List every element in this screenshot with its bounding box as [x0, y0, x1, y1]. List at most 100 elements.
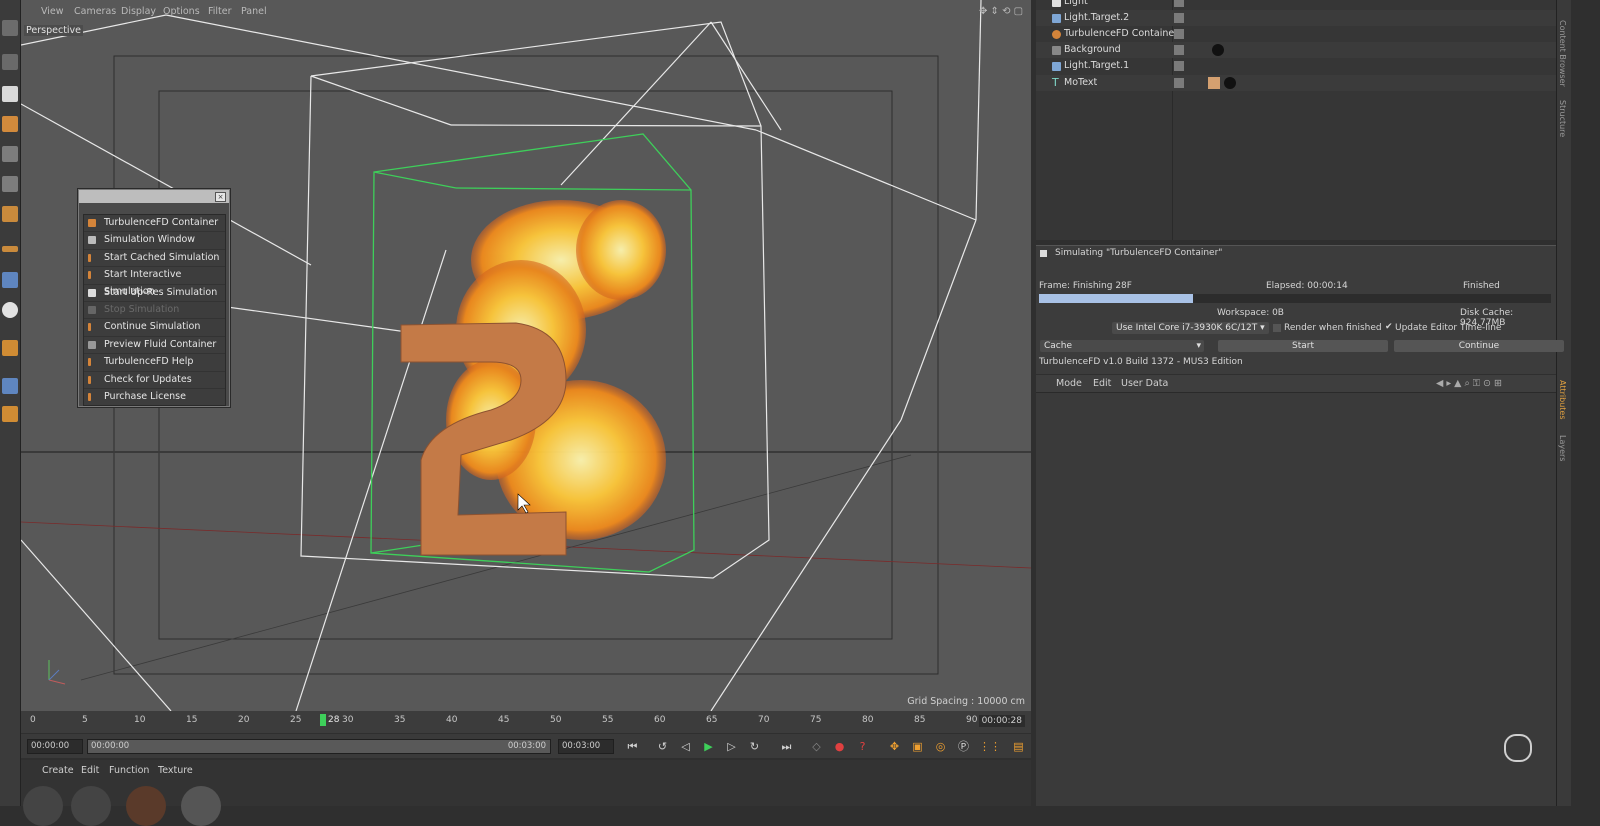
- axis-icon[interactable]: [2, 246, 18, 252]
- sim-workspace: Workspace: 0B: [1217, 308, 1284, 318]
- playhead[interactable]: [320, 714, 326, 726]
- rotate-key-icon[interactable]: ◎: [933, 739, 948, 754]
- object-row-light-target-1[interactable]: Light.Target.1: [1036, 58, 1556, 74]
- range-slider[interactable]: 00:00:00 00:03:00: [87, 739, 551, 754]
- menu-item-simulation-window[interactable]: Simulation Window: [84, 232, 225, 250]
- edges-mode-icon[interactable]: [2, 176, 18, 192]
- device-select[interactable]: Use Intel Core i7-3930K 6C/12T ▾: [1112, 322, 1269, 334]
- object-row-light[interactable]: Light: [1036, 0, 1556, 10]
- timeline-tick-label: 5: [82, 715, 88, 725]
- continue-button[interactable]: Continue: [1394, 340, 1564, 352]
- text-icon: T: [1052, 76, 1059, 89]
- scale-key-icon[interactable]: ▣: [910, 739, 925, 754]
- attr-nav-icons[interactable]: ◀ ▸ ▲ ⌕ ⚿ ⊙ ⊞: [1436, 378, 1502, 389]
- cube-tool-icon[interactable]: [2, 20, 18, 36]
- points-mode-icon[interactable]: [2, 146, 18, 162]
- polygons-mode-icon[interactable]: [2, 206, 18, 222]
- menu-item-container[interactable]: TurbulenceFD Container: [84, 215, 225, 233]
- render-when-finished-checkbox[interactable]: [1273, 324, 1281, 332]
- update-editor-checkbox[interactable]: ✔: [1385, 322, 1393, 332]
- material-tag-icon[interactable]: [1224, 77, 1236, 89]
- attr-menu-edit[interactable]: Edit: [1093, 378, 1111, 389]
- record-icon[interactable]: ●: [832, 739, 847, 754]
- end-time-field[interactable]: 00:03:00: [558, 739, 614, 754]
- stop-sim-icon: [88, 305, 96, 314]
- tag-icon[interactable]: [1208, 77, 1220, 89]
- menu-view[interactable]: View: [41, 6, 64, 17]
- menu-options[interactable]: Options: [163, 6, 200, 17]
- goto-end-icon[interactable]: ⏭: [779, 739, 794, 754]
- menu-item-continue[interactable]: Continue Simulation: [84, 319, 225, 337]
- simulation-panel: Simulating "TurbulenceFD Container" Fram…: [1036, 245, 1564, 374]
- object-row-turbulence-container[interactable]: TurbulenceFD Container: [1036, 26, 1556, 42]
- timeline-tick-label: 90: [966, 715, 978, 725]
- menu-texture[interactable]: Texture: [158, 765, 193, 776]
- frame-readout[interactable]: 00:00:28: [978, 715, 1025, 727]
- lock-icon[interactable]: [2, 406, 18, 422]
- menu-create[interactable]: Create: [42, 765, 74, 776]
- close-icon[interactable]: ×: [215, 192, 226, 202]
- autokey-icon[interactable]: ?: [855, 739, 870, 754]
- menu-item-preview[interactable]: Preview Fluid Container: [84, 337, 225, 355]
- timeline-ruler[interactable]: 0 5 10 15 20 25 30 35 40 45 50 55 60 65 70 75 80 85 90 28 …: [21, 711, 1031, 733]
- menu-display[interactable]: Display: [121, 6, 156, 17]
- play-icon[interactable]: ▶: [701, 739, 716, 754]
- attr-menu-mode[interactable]: Mode: [1056, 378, 1082, 389]
- checker-icon[interactable]: [2, 86, 18, 102]
- prev-key-icon[interactable]: ↺: [655, 739, 670, 754]
- current-frame-label: 28: [328, 715, 340, 725]
- menu-cameras[interactable]: Cameras: [74, 6, 116, 17]
- menu-item-start-interactive[interactable]: Start Interactive Simulation: [84, 267, 225, 297]
- menu-item-start-upres[interactable]: Start Up-Res Simulation: [84, 285, 225, 302]
- menu-item-start-cached[interactable]: Start Cached Simulation: [84, 250, 225, 268]
- mouse-icon[interactable]: [2, 272, 18, 288]
- menu-item-updates[interactable]: Check for Updates: [84, 372, 225, 389]
- step-forward-icon[interactable]: ▷: [724, 739, 739, 754]
- snap-icon[interactable]: [2, 302, 18, 318]
- menu-edit[interactable]: Edit: [81, 765, 99, 776]
- start-button[interactable]: Start: [1218, 340, 1388, 352]
- param-key-icon[interactable]: Ⓟ: [956, 739, 971, 754]
- menu-filter[interactable]: Filter: [208, 6, 232, 17]
- range-end-label: 00:03:00: [507, 741, 546, 751]
- material-swatches[interactable]: [21, 782, 251, 826]
- step-back-icon[interactable]: ◁: [678, 739, 693, 754]
- keyframe-icon[interactable]: ◇: [809, 739, 824, 754]
- tab-layers[interactable]: Layers: [1558, 435, 1567, 461]
- texture-icon[interactable]: [2, 116, 18, 132]
- attr-menu-user-data[interactable]: User Data: [1121, 378, 1168, 389]
- menu-item-purchase[interactable]: Purchase License: [84, 389, 225, 405]
- start-time-field[interactable]: 00:00:00: [27, 739, 83, 754]
- viewport-nav-icons[interactable]: ✥ ⇕ ⟲ ▢: [979, 6, 1023, 17]
- magnet-icon[interactable]: [2, 340, 18, 356]
- timeline-tick-label: 35: [394, 715, 406, 725]
- grid-spacing-label: Grid Spacing : 10000 cm: [907, 696, 1025, 707]
- menu-panel[interactable]: Panel: [241, 6, 267, 17]
- tab-attributes[interactable]: Attributes: [1558, 380, 1567, 420]
- timeline-tick-label: 45: [498, 715, 510, 725]
- object-row-motext[interactable]: T MoText: [1036, 75, 1556, 91]
- menu-list: TurbulenceFD Container Simulation Window…: [83, 214, 226, 407]
- sim-elapsed: Elapsed: 00:00:14: [1266, 281, 1348, 291]
- light-icon: [1052, 0, 1061, 7]
- material-tag-icon[interactable]: [1212, 44, 1224, 56]
- object-row-background[interactable]: Background: [1036, 42, 1556, 58]
- next-key-icon[interactable]: ↻: [747, 739, 762, 754]
- continue-sim-icon: [88, 323, 91, 332]
- menu-function[interactable]: Function: [109, 765, 149, 776]
- tab-structure[interactable]: Structure: [1558, 100, 1567, 137]
- grid-key-icon[interactable]: ⋮⋮: [979, 739, 1001, 754]
- goto-start-icon[interactable]: ⏮: [625, 739, 640, 754]
- navigation-gizmo-icon[interactable]: [1504, 734, 1532, 762]
- film-icon[interactable]: ▤: [1011, 739, 1026, 754]
- object-manager: Light Light.Target.2 TurbulenceFD Contai…: [1036, 0, 1556, 240]
- menu-item-help[interactable]: TurbulenceFD Help: [84, 354, 225, 372]
- cache-select[interactable]: Cache ▾: [1040, 340, 1204, 352]
- move-key-icon[interactable]: ✥: [887, 739, 902, 754]
- tab-content-browser[interactable]: Content Browser: [1558, 20, 1567, 87]
- menu-title-bar[interactable]: ×: [79, 190, 229, 203]
- object-row-light-target-2[interactable]: Light.Target.2: [1036, 10, 1556, 26]
- workplane-icon[interactable]: [2, 378, 18, 394]
- cube-primitive-icon[interactable]: [2, 54, 18, 70]
- material-manager: Create Edit Function Texture: [21, 760, 1031, 826]
